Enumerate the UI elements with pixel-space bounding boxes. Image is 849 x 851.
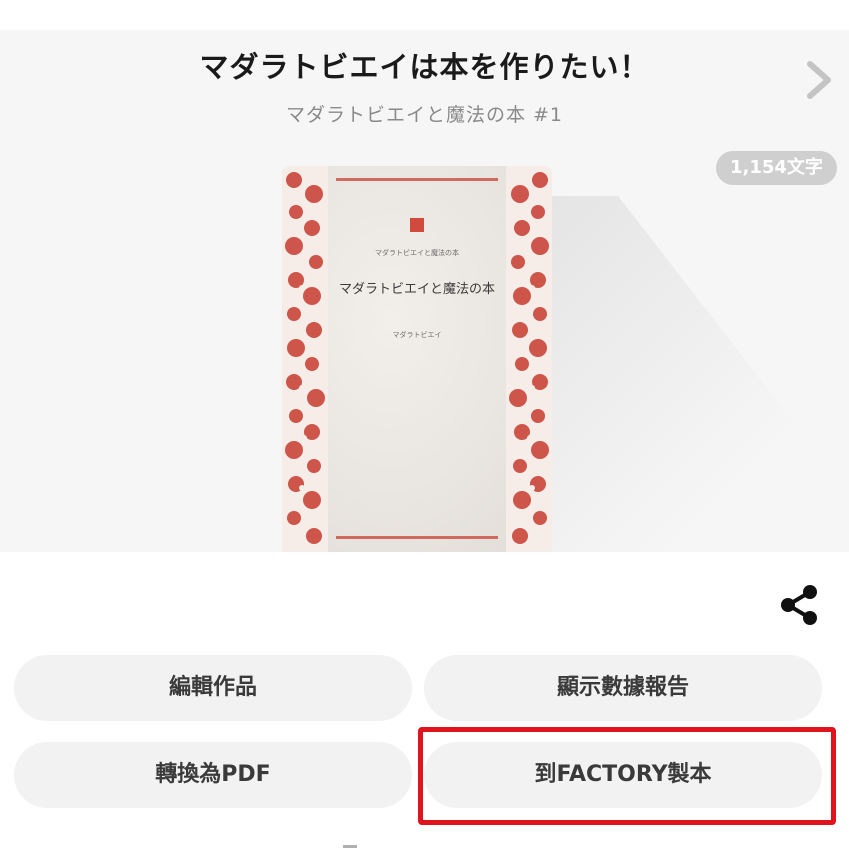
convert-to-pdf-button[interactable]: 轉換為PDF [14,742,412,808]
factory-bookbinding-button[interactable]: 到FACTORY製本 [424,742,822,808]
cover-emblem [410,218,424,232]
character-count-badge: 1,154文字 [716,151,837,185]
bottom-indicator [343,845,357,848]
show-stats-report-button[interactable]: 顯示數據報告 [424,655,822,721]
series-title[interactable]: マダラトビエイと魔法の本 #1 [0,100,849,127]
cover-title: マダラトビエイと魔法の本 [338,282,495,297]
chevron-right-icon[interactable] [800,58,840,102]
cover-shadow [552,196,849,552]
cover-ornament-left [282,166,328,552]
share-icon[interactable] [776,582,822,628]
book-cover[interactable]: マダラトビエイと魔法の本 マダラトビエイと魔法の本 マダラトビエイ [282,166,552,552]
work-detail-page: マダラトビエイと魔法の本 マダラトビエイと魔法の本 マダラトビエイ 1,154文… [0,0,849,851]
edit-work-button[interactable]: 編輯作品 [14,655,412,721]
cover-ornament-right [506,166,552,552]
cover-small-heading: マダラトビエイと魔法の本 [375,249,459,257]
work-title: マダラトビエイは本を作りたい！ [199,50,650,84]
cover-author: マダラトビエイ [392,331,442,339]
cover-bottom-rule [336,536,498,539]
cover-top-rule [336,178,498,181]
